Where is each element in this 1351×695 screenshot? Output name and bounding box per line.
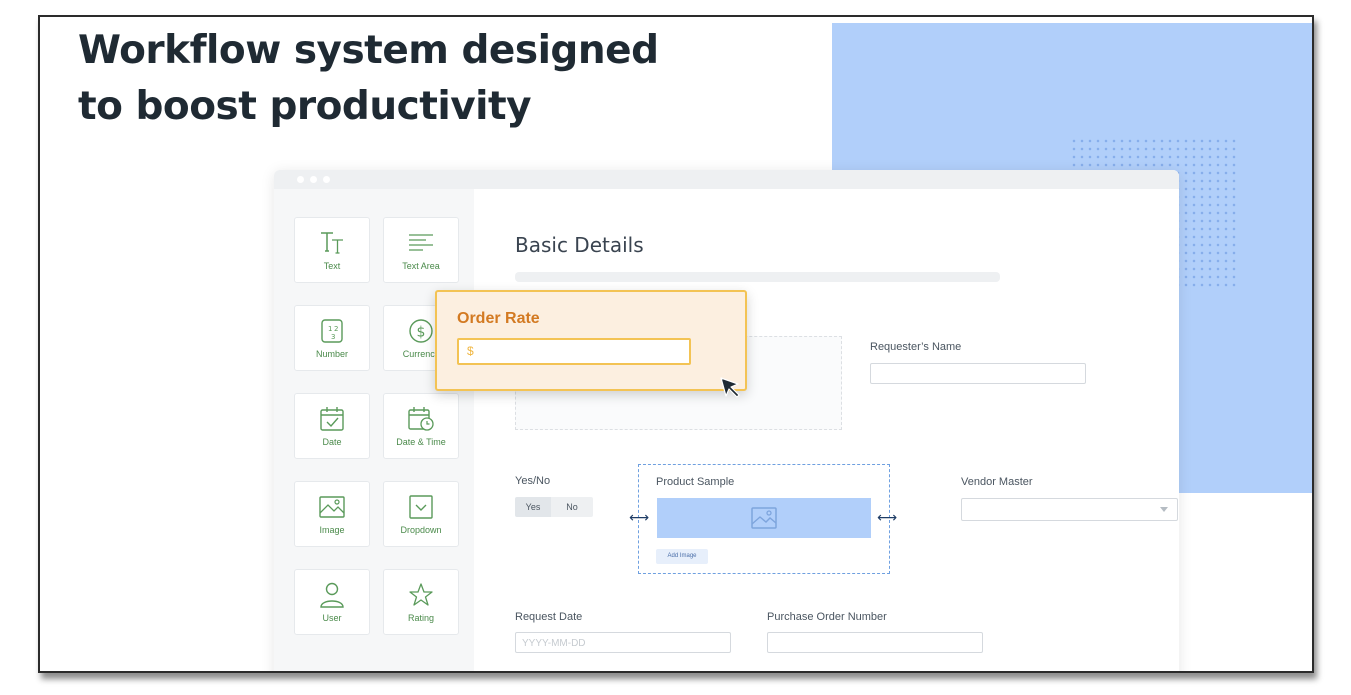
window-title-bar xyxy=(274,170,1179,189)
order-rate-title: Order Rate xyxy=(457,310,540,327)
yes-no-label: Yes/No xyxy=(515,475,551,487)
field-tile-label: Date xyxy=(322,437,342,447)
add-image-button[interactable]: Add Image xyxy=(656,549,708,564)
star-icon xyxy=(409,583,433,606)
headline-line-2: to boost productivity xyxy=(78,84,532,129)
field-tile-text-area[interactable]: Text Area xyxy=(383,217,459,283)
window-dot xyxy=(297,176,304,183)
svg-text:3: 3 xyxy=(331,333,335,341)
form-builder-window: Text Text Area 1 2 3 Number $ Currency D… xyxy=(274,170,1179,671)
field-tile-label: Rating xyxy=(407,613,434,623)
form-section-title: Basic Details xyxy=(515,233,644,257)
headline-line-1: Workflow system designed xyxy=(78,28,659,73)
field-tile-label: Dropdown xyxy=(400,525,442,535)
window-dot xyxy=(310,176,317,183)
date-icon xyxy=(320,407,344,431)
field-tile-date[interactable]: Date xyxy=(294,393,370,459)
field-tile-date-time[interactable]: Date & Time xyxy=(383,393,459,459)
field-tile-number[interactable]: 1 2 3 Number xyxy=(294,305,370,371)
dropdown-icon xyxy=(409,495,433,519)
svg-text:2: 2 xyxy=(334,325,338,333)
field-tile-dropdown[interactable]: Dropdown xyxy=(383,481,459,547)
currency-icon: $ xyxy=(409,319,433,343)
request-date-input[interactable]: YYYY-MM-DD xyxy=(515,632,731,653)
field-tile-label: Currency xyxy=(402,349,440,359)
text-icon xyxy=(321,232,343,254)
purchase-order-number-input[interactable] xyxy=(767,632,983,653)
no-option[interactable]: No xyxy=(551,497,593,517)
yes-option[interactable]: Yes xyxy=(515,497,551,517)
product-sample-image-area[interactable] xyxy=(657,498,871,538)
request-date-label: Request Date xyxy=(515,611,583,623)
field-tile-label: Text xyxy=(323,261,341,271)
order-rate-input[interactable]: $ xyxy=(457,338,691,365)
field-tile-label: Date & Time xyxy=(396,437,446,447)
product-sample-label: Product Sample xyxy=(656,476,735,488)
field-tile-label: Text Area xyxy=(402,261,440,271)
text-area-icon xyxy=(409,234,433,251)
image-icon xyxy=(319,496,345,518)
field-tile-rating[interactable]: Rating xyxy=(383,569,459,635)
field-tile-user[interactable]: User xyxy=(294,569,370,635)
purchase-order-number-label: Purchase Order Number xyxy=(767,611,887,623)
field-tile-text[interactable]: Text xyxy=(294,217,370,283)
chevron-down-icon xyxy=(1160,507,1168,512)
headline: Workflow system designed to boost produc… xyxy=(78,23,659,135)
vendor-master-label: Vendor Master xyxy=(961,476,1033,488)
svg-text:$: $ xyxy=(417,325,426,341)
screenshot-frame: Workflow system designed to boost produc… xyxy=(38,15,1314,673)
field-palette: Text Text Area 1 2 3 Number $ Currency D… xyxy=(274,189,474,671)
requester-name-input[interactable] xyxy=(870,363,1086,384)
resize-right-arrow-icon[interactable]: ⟷ xyxy=(877,510,897,524)
field-tile-label: Number xyxy=(315,349,348,359)
window-dot xyxy=(323,176,330,183)
product-sample-field[interactable]: Product Sample Add Image xyxy=(638,464,890,574)
date-time-icon xyxy=(408,407,434,431)
svg-text:1: 1 xyxy=(328,325,332,333)
resize-left-arrow-icon[interactable]: ⟷ xyxy=(629,510,649,524)
vendor-master-select[interactable] xyxy=(961,498,1178,521)
requester-name-label: Requester’s Name xyxy=(870,341,962,353)
field-tile-label: User xyxy=(322,613,342,623)
mouse-cursor-icon xyxy=(720,377,740,398)
image-placeholder-icon xyxy=(751,507,777,529)
number-icon: 1 2 3 xyxy=(321,319,343,343)
field-tile-label: Image xyxy=(319,525,345,535)
yes-no-toggle: Yes No xyxy=(515,497,593,517)
user-icon xyxy=(320,582,344,608)
description-placeholder-bar xyxy=(515,272,1000,282)
order-rate-field-card[interactable]: Order Rate $ xyxy=(435,290,747,391)
field-tile-image[interactable]: Image xyxy=(294,481,370,547)
